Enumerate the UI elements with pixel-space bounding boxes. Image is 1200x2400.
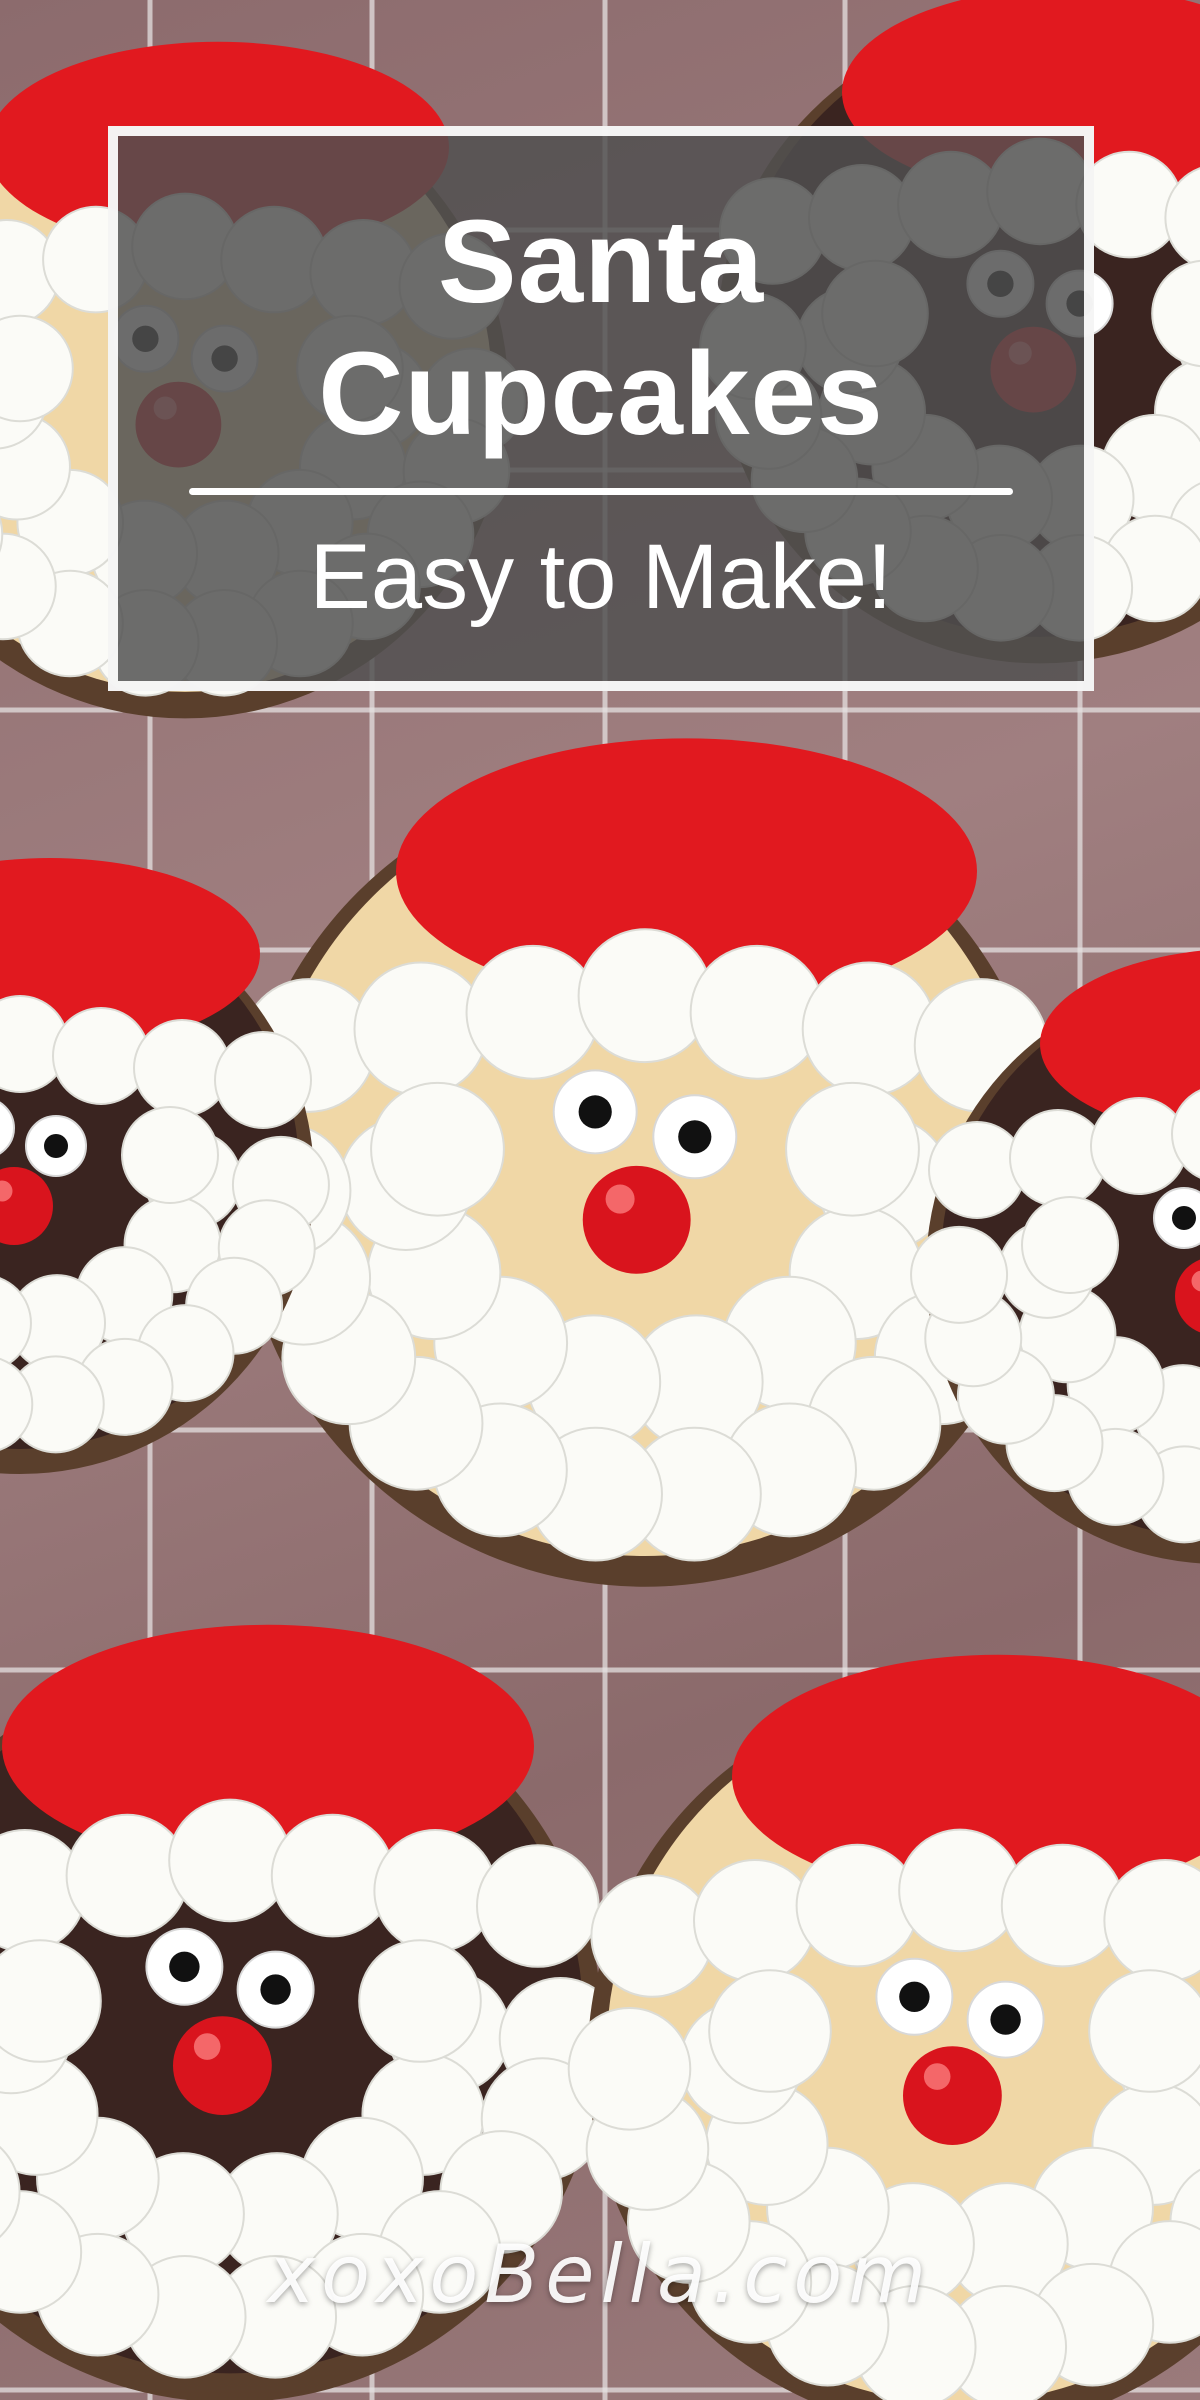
subtitle: Easy to Make! [309,526,893,628]
title-card: Santa Cupcakes Easy to Make! [108,126,1094,691]
title-line-1: Santa [437,196,765,328]
site-watermark: xoxoBella.com [267,2228,933,2321]
photo-background: Santa Cupcakes Easy to Make! xoxoBella.c… [0,0,1200,2400]
title-divider [189,488,1013,495]
page-title: Santa Cupcakes [318,196,884,460]
title-line-2: Cupcakes [318,328,884,460]
cupcake-middle-left [0,858,330,1474]
